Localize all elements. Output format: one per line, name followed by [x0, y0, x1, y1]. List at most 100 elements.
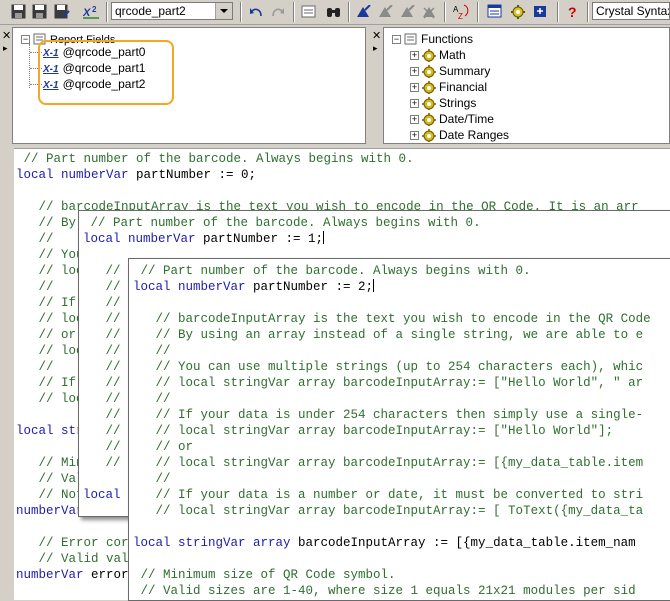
tree-item-strings[interactable]: + Strings [410, 95, 476, 112]
code-line[interactable]: // local stringVar array barcodeInputArr… [133, 503, 644, 519]
code-line[interactable]: // [83, 263, 121, 279]
clear-bookmarks-icon[interactable] [420, 3, 438, 20]
x2-icon[interactable]: X2 [83, 3, 101, 20]
tree-item-functions[interactable]: − Functions [392, 31, 473, 47]
code-line[interactable]: // Part number of the barcode. Always be… [133, 263, 531, 279]
code-line[interactable]: local str [16, 423, 84, 439]
code-comment: // You can use multiple strings (up to 2… [133, 360, 644, 374]
code-line[interactable]: // [83, 327, 121, 343]
show-operators-icon[interactable] [531, 3, 549, 20]
code-line[interactable]: // Valid sizes are 1-40, where size 1 eq… [133, 583, 636, 599]
code-line[interactable]: // loc [16, 343, 84, 359]
sort-az-icon[interactable]: AZ [452, 3, 470, 20]
expand-icon[interactable]: + [410, 67, 419, 77]
collapse-icon[interactable]: − [21, 35, 30, 45]
collapse-icon[interactable]: − [392, 35, 401, 45]
code-line[interactable]: // By [16, 215, 77, 231]
code-line[interactable]: // If your data is under 254 characters … [133, 407, 644, 423]
code-line[interactable]: local numberVar partNumber := 0; [16, 167, 256, 183]
redo-icon[interactable] [268, 3, 286, 20]
code-line[interactable]: // [83, 391, 121, 407]
code-line[interactable]: // Part number of the barcode. Always be… [16, 151, 414, 167]
code-line[interactable]: // [83, 343, 121, 359]
code-line[interactable]: // [83, 455, 121, 471]
prev-bookmark-icon[interactable] [398, 3, 416, 20]
code-line[interactable]: numberVar error [16, 567, 129, 583]
code-line[interactable]: local numberVar partNumber := 1; [83, 231, 325, 247]
syntax-select[interactable]: Crystal Syntax [592, 2, 670, 20]
code-line[interactable]: local stringVar array barcodeInputArray … [133, 535, 636, 551]
code-line[interactable]: // If [16, 375, 77, 391]
code-line[interactable]: // [133, 391, 171, 407]
code-line[interactable]: // local stringVar array barcodeInputArr… [133, 375, 644, 391]
code-line[interactable]: // [133, 343, 171, 359]
formula-editor-part2[interactable]: // Part number of the barcode. Always be… [128, 258, 670, 601]
code-comment: // [83, 376, 121, 390]
code-line[interactable]: // [16, 359, 54, 375]
code-line[interactable]: // You [16, 247, 84, 263]
code-line[interactable]: // Valid value [16, 551, 144, 567]
code-comment: // [83, 360, 121, 374]
tree-item-date-time[interactable]: + Date/Time [410, 111, 494, 128]
code-line[interactable]: numberVar [16, 503, 84, 519]
code-keyword: local [83, 488, 121, 502]
expand-icon[interactable]: + [410, 83, 419, 93]
help-icon[interactable]: ? [564, 3, 582, 20]
functions-tree[interactable]: − Functions + Math + Summary + Financial + St… [383, 27, 670, 144]
expand-icon[interactable]: + [410, 115, 419, 125]
expand-icon[interactable]: + [410, 51, 419, 61]
code-line[interactable]: // Error corre [16, 535, 144, 551]
code-comment: // local stringVar array barcodeInputArr… [133, 504, 644, 518]
save-close-icon[interactable] [30, 3, 48, 20]
pin-icon[interactable]: ▸ [3, 44, 8, 53]
code-line[interactable]: // [16, 279, 54, 295]
formula-name-select[interactable]: qrcode_part2 [111, 2, 233, 20]
expand-icon[interactable]: + [410, 99, 419, 109]
code-line[interactable]: local numberVar partNumber := 2; [133, 279, 375, 295]
code-line[interactable]: // barcodeInputArray is the text you wis… [133, 311, 651, 327]
chevron-down-icon[interactable] [215, 3, 232, 19]
code-line[interactable]: // [83, 295, 121, 311]
tree-item-date-ranges[interactable]: + Date Ranges [410, 127, 509, 143]
code-keyword: numberVar [16, 504, 84, 518]
code-line[interactable]: // You can use multiple strings (up to 2… [133, 359, 644, 375]
code-line[interactable]: // [83, 359, 121, 375]
code-line[interactable]: // [83, 279, 121, 295]
code-line[interactable]: // By using an array instead of a single… [133, 327, 644, 343]
pin-icon[interactable]: ▸ [373, 44, 378, 53]
code-line[interactable]: // Part number of the barcode. Always be… [83, 215, 481, 231]
code-line[interactable]: local [83, 487, 121, 503]
undo-icon[interactable] [247, 3, 265, 20]
code-line[interactable]: // local stringVar array barcodeInputArr… [133, 455, 644, 471]
code-line[interactable]: // loc [16, 311, 84, 327]
code-line[interactable]: // [16, 231, 54, 247]
show-functions-icon[interactable] [509, 3, 527, 20]
find-icon[interactable] [325, 3, 343, 20]
tree-item-summary[interactable]: + Summary [410, 63, 490, 80]
code-line[interactable]: // [83, 375, 121, 391]
browse-data-icon[interactable] [300, 3, 318, 20]
close-icon[interactable]: ✕ [2, 31, 11, 42]
code-line[interactable]: // or [16, 327, 77, 343]
code-line[interactable]: // [83, 407, 121, 423]
close-icon[interactable]: ✕ [372, 31, 381, 42]
code-line[interactable]: // [83, 423, 121, 439]
tree-item-math[interactable]: + Math [410, 47, 466, 64]
code-line[interactable]: // local stringVar array barcodeInputArr… [133, 423, 614, 439]
tree-item-financial[interactable]: + Financial [410, 79, 487, 96]
code-line[interactable]: // If your data is a number or date, it … [133, 487, 644, 503]
code-line[interactable]: // loc [16, 263, 84, 279]
show-fields-icon[interactable] [486, 3, 504, 20]
code-line[interactable]: // If [16, 295, 77, 311]
next-bookmark-icon[interactable] [376, 3, 394, 20]
save-as-icon[interactable] [53, 3, 71, 20]
code-line[interactable]: // [133, 471, 171, 487]
code-line[interactable]: // [83, 439, 121, 455]
code-line[interactable]: // or [133, 439, 194, 455]
save-icon[interactable] [9, 3, 27, 20]
code-line[interactable]: // [83, 311, 121, 327]
code-line[interactable]: // loc [16, 391, 84, 407]
code-line[interactable]: // Minimum size of QR Code symbol. [133, 567, 396, 583]
expand-icon[interactable]: + [410, 131, 419, 141]
bookmark-icon[interactable] [354, 3, 372, 20]
